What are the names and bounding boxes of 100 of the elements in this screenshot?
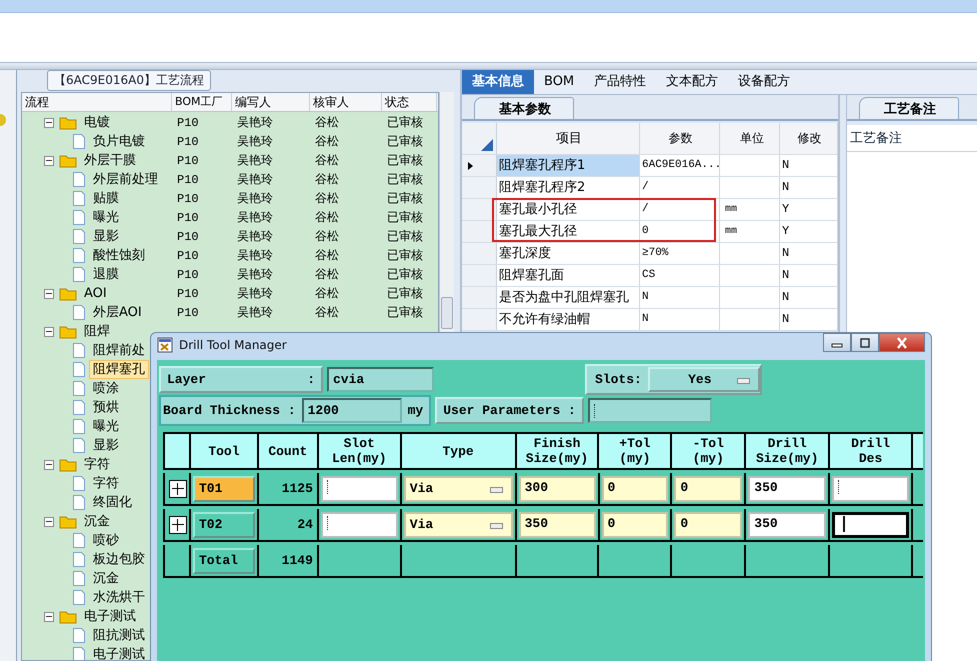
tool-button[interactable]: T02	[193, 512, 255, 538]
collapse-icon[interactable]	[44, 288, 54, 298]
tree-item[interactable]: 预烘	[89, 398, 123, 417]
slot-length-field[interactable]	[320, 512, 398, 538]
tab[interactable]: 文本配方	[656, 70, 728, 94]
expand-icon[interactable]	[169, 480, 187, 498]
tree-item[interactable]: 酸性蚀刻	[89, 246, 149, 265]
tree-item[interactable]: 外层前处理	[89, 170, 162, 189]
plus-tolerance-field[interactable]: 0	[602, 512, 668, 538]
column-header: +Tol (my)	[599, 434, 672, 468]
tree-item[interactable]: 外层干膜	[80, 151, 140, 170]
column-header[interactable]: BOM工厂	[172, 93, 232, 111]
tab[interactable]: 产品特性	[584, 70, 656, 94]
tree-item[interactable]: 阻焊	[80, 322, 114, 341]
document-icon	[72, 228, 86, 245]
board-thickness-field[interactable]: 1200	[302, 398, 402, 423]
finish-size-field[interactable]: 350	[518, 512, 596, 538]
slot-length-field[interactable]	[320, 476, 398, 502]
tree-item[interactable]: 负片电镀	[89, 132, 149, 151]
user-parameters-button[interactable]: User Parameters :	[435, 397, 584, 424]
minimize-button[interactable]	[823, 333, 851, 352]
tree-item[interactable]: 曝光	[89, 417, 123, 436]
table-cell: 6AC9E016A...	[640, 155, 720, 176]
tree-item[interactable]: 终固化	[89, 493, 136, 512]
tree-item[interactable]: 喷涂	[89, 379, 123, 398]
tab[interactable]: 基本信息	[462, 70, 534, 94]
tree-item[interactable]: 字符	[80, 455, 114, 474]
tree-item[interactable]: 水洗烘干	[89, 588, 149, 607]
document-icon	[72, 399, 86, 416]
minus-tolerance-field[interactable]: 0	[674, 512, 742, 538]
tree-item[interactable]: 沉金	[80, 512, 114, 531]
table-cell-text: 已审核	[386, 304, 424, 321]
tree-item[interactable]: 退膜	[89, 265, 123, 284]
collapse-icon[interactable]	[44, 156, 54, 166]
close-button[interactable]	[879, 333, 925, 352]
collapse-icon[interactable]	[44, 516, 54, 526]
maximize-button[interactable]	[851, 333, 879, 352]
drill-size-field[interactable]: 350	[748, 476, 826, 502]
finish-size-field[interactable]: 300	[518, 476, 596, 502]
tree-item[interactable]: 贴膜	[89, 189, 123, 208]
tree-item[interactable]: 阻焊前处	[89, 341, 149, 360]
type-dropdown[interactable]: Via	[404, 476, 513, 502]
tab[interactable]: 基本参数	[474, 97, 574, 119]
expand-icon[interactable]	[169, 516, 187, 534]
column-header[interactable]: 项目	[497, 123, 640, 154]
drill-description-field[interactable]	[832, 512, 910, 538]
tree-item[interactable]: 显影	[89, 436, 123, 455]
column-header[interactable]: 编写人	[232, 93, 310, 111]
table-cell: 0	[640, 221, 720, 242]
plus-tolerance-field[interactable]: 0	[602, 476, 668, 502]
tree-item[interactable]: 显影	[89, 227, 123, 246]
slots-label: Slots:	[595, 372, 642, 387]
column-header[interactable]: 核审人	[310, 93, 382, 111]
column-header[interactable]: 修改	[780, 123, 838, 154]
table-cell-text: 吴艳玲	[236, 228, 274, 245]
table-cell: N	[780, 265, 838, 286]
column-header[interactable]: 状态	[382, 93, 437, 111]
user-parameters-field[interactable]	[588, 398, 712, 423]
splitter-handle[interactable]	[0, 62, 977, 70]
drill-size-field[interactable]: 350	[748, 512, 826, 538]
table-cell: CS	[640, 265, 720, 286]
table-cell-text: P10	[176, 116, 200, 130]
slots-dropdown[interactable]: Yes	[648, 367, 760, 392]
column-header[interactable]: 参数	[640, 123, 720, 154]
tree-item[interactable]: 电镀	[80, 113, 114, 132]
folder-icon	[59, 286, 77, 301]
tree-item[interactable]: 外层AOI	[89, 303, 146, 322]
tool-button[interactable]: T01	[193, 476, 255, 502]
dropdown-icon	[490, 522, 503, 528]
drill-description-field[interactable]	[832, 476, 910, 502]
layer-field[interactable]: cvia	[327, 367, 434, 392]
tab[interactable]: 设备配方	[728, 70, 800, 94]
table-cell-text: P10	[176, 154, 200, 168]
tree-item[interactable]: 字符	[89, 474, 123, 493]
tree-item[interactable]: 喷砂	[89, 531, 123, 550]
column-header[interactable]: 流程	[22, 93, 172, 111]
tree-item[interactable]: 电子测试	[89, 645, 149, 660]
table-cell-text: 已审核	[386, 285, 424, 302]
tree-item[interactable]: AOI	[80, 284, 111, 303]
total-button[interactable]: Total	[192, 548, 255, 574]
table-cell: Y	[780, 221, 838, 242]
tree-item[interactable]: 沉金	[89, 569, 123, 588]
table-cell: ≥70%	[640, 243, 720, 264]
tree-item[interactable]: 阻焊塞孔	[89, 360, 149, 379]
collapse-icon[interactable]	[44, 326, 54, 336]
tab[interactable]: BOM	[534, 70, 584, 94]
column-header[interactable]: 单位	[720, 123, 780, 154]
collapse-icon[interactable]	[44, 460, 54, 470]
collapse-icon[interactable]	[44, 118, 54, 128]
tree-item[interactable]: 阻抗测试	[89, 626, 149, 645]
layer-button[interactable]: Layer :	[159, 366, 323, 393]
type-dropdown[interactable]: Via	[404, 512, 513, 538]
table-cell: 塞孔最大孔径	[497, 221, 640, 242]
collapse-icon[interactable]	[44, 612, 54, 622]
tab[interactable]: 工艺备注	[859, 97, 959, 119]
row-header[interactable]	[462, 155, 497, 176]
tree-item[interactable]: 曝光	[89, 208, 123, 227]
minus-tolerance-field[interactable]: 0	[674, 476, 742, 502]
tree-item[interactable]: 板边包胶	[89, 550, 149, 569]
tree-item[interactable]: 电子测试	[80, 607, 140, 626]
